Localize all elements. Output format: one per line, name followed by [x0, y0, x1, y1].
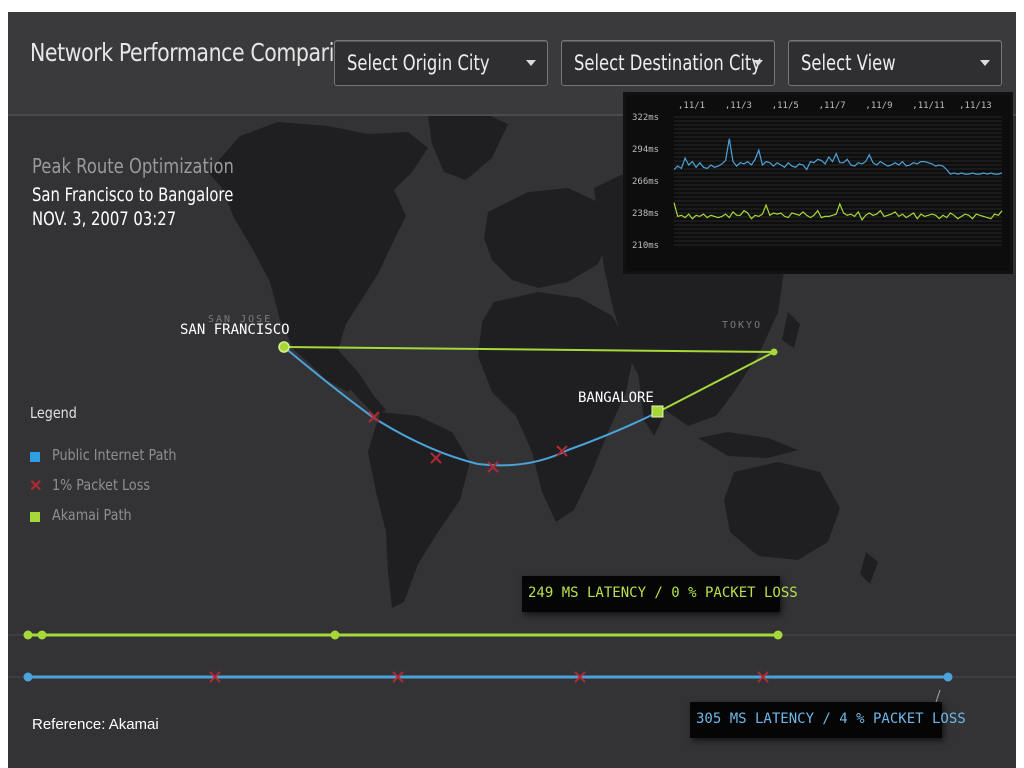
north-america-landmass: [208, 122, 428, 392]
akamai-timeline-node: [23, 630, 33, 640]
public-latency-text: 305 MS LATENCY / 4 % PACKET LOSS: [696, 711, 966, 727]
callout-pointer: [935, 689, 941, 703]
japan-landmass: [782, 312, 800, 348]
route-name: San Francisco to Bangalore: [32, 184, 234, 206]
square-icon: [30, 512, 40, 522]
public-timeline-node: [943, 672, 953, 682]
greenland-landmass: [428, 110, 508, 180]
origin-city-dropdown[interactable]: Select Origin City: [334, 40, 548, 86]
akamai-latency-text: 249 MS LATENCY / 0 % PACKET LOSS: [528, 585, 798, 601]
australia-landmass: [724, 462, 840, 560]
akamai-latency-callout: 249 MS LATENCY / 0 % PACKET LOSS: [522, 576, 798, 612]
destination-city-dropdown[interactable]: Select Destination City: [561, 40, 775, 86]
destination-city-dropdown-label: Select Destination City: [574, 51, 762, 75]
public-timeline-node: [23, 672, 33, 682]
bangalore-node[interactable]: [651, 405, 664, 418]
x-mark-icon: ✕: [29, 478, 43, 495]
africa-landmass: [478, 292, 634, 522]
legend-title: Legend: [30, 404, 77, 422]
south-america-landmass: [368, 412, 470, 608]
chevron-down-icon: [526, 60, 536, 66]
latency-chart-panel: 322ms 294ms 266ms 238ms 210ms ,11/1 ,11/3 ,11/5…: [623, 92, 1013, 274]
chevron-down-icon: [980, 60, 990, 66]
city-label-bangalore: BANGALORE: [578, 390, 654, 406]
public-latency-callout: 305 MS LATENCY / 4 % PACKET LOSS: [690, 702, 966, 738]
akamai-timeline-node: [37, 630, 47, 640]
chart-y-tick-label: 322ms: [632, 113, 659, 123]
chart-x-tick-label: ,11/3: [725, 101, 752, 111]
chart-y-tick-label: 266ms: [632, 177, 659, 187]
chart-x-tick-label: ,11/13: [959, 101, 992, 111]
view-dropdown[interactable]: Select View: [788, 40, 1002, 86]
packet-loss-marker-3: [487, 461, 499, 473]
city-label-tokyo: TOKYO: [722, 320, 763, 331]
chart-y-tick-label: 238ms: [632, 209, 659, 219]
chevron-down-icon: [753, 60, 763, 66]
view-dropdown-label: Select View: [801, 51, 896, 75]
chart-x-tick-label: ,11/9: [865, 101, 892, 111]
chart-x-tick-label: ,11/7: [819, 101, 846, 111]
legend-label: Akamai Path: [52, 506, 132, 524]
square-icon: [30, 452, 40, 462]
legend-label: 1% Packet Loss: [52, 476, 151, 494]
page-title: Network Performance Comparison: [30, 38, 369, 67]
city-label-san-francisco: SAN FRANCISCO: [180, 322, 290, 338]
central-america-landmass: [338, 350, 386, 416]
chart-x-tick-label: ,11/11: [912, 101, 945, 111]
app-frame: Network Performance Comparison Select Or…: [8, 12, 1016, 768]
origin-city-dropdown-label: Select Origin City: [347, 51, 490, 75]
reference-note: Reference: Akamai: [32, 716, 159, 733]
san-francisco-node[interactable]: [278, 341, 290, 353]
akamai-timeline-node: [330, 630, 340, 640]
europe-landmass: [484, 188, 612, 288]
route-datetime: NOV. 3, 2007 03:27: [32, 208, 177, 230]
akamai-timeline-node: [773, 630, 783, 640]
indonesia-landmass: [698, 432, 798, 458]
route-heading: Peak Route Optimization: [32, 154, 234, 178]
chart-y-tick-label: 210ms: [632, 241, 659, 251]
latency-chart: 322ms 294ms 266ms 238ms 210ms ,11/1 ,11/3 ,11/5…: [632, 101, 1003, 251]
new-zealand-landmass: [860, 552, 878, 584]
chart-x-tick-label: ,11/5: [772, 101, 799, 111]
chart-x-tick-label: ,11/1: [678, 101, 705, 111]
legend-label: Public Internet Path: [52, 446, 177, 464]
chart-y-tick-label: 294ms: [632, 145, 659, 155]
tokyo-node[interactable]: [770, 348, 778, 356]
